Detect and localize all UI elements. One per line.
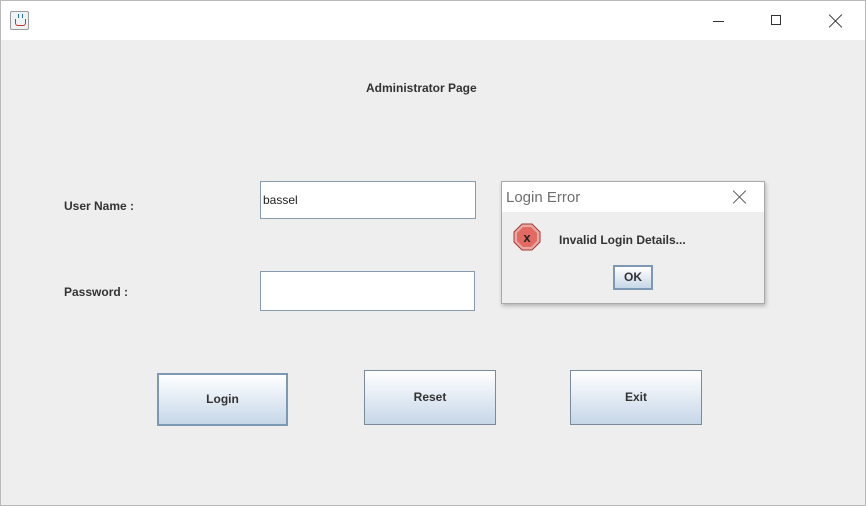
password-input[interactable] xyxy=(260,271,475,311)
username-input[interactable]: bassel xyxy=(260,181,476,219)
maximize-icon xyxy=(771,15,781,25)
minimize-button[interactable] xyxy=(699,7,739,35)
maximize-button[interactable] xyxy=(757,7,797,35)
dialog-close-icon[interactable] xyxy=(731,189,749,207)
dialog-message: Invalid Login Details... xyxy=(559,233,686,247)
minimize-icon xyxy=(713,21,724,22)
username-label: User Name : xyxy=(64,199,135,213)
dialog-title-bar[interactable]: Login Error xyxy=(502,182,764,212)
login-button[interactable]: Login xyxy=(157,373,288,426)
error-icon: x xyxy=(513,223,541,251)
close-icon xyxy=(829,14,843,28)
ok-button[interactable]: OK xyxy=(613,265,653,290)
dialog-title: Login Error xyxy=(506,189,581,206)
close-button[interactable] xyxy=(816,7,856,35)
reset-button[interactable]: Reset xyxy=(364,370,496,425)
exit-button[interactable]: Exit xyxy=(570,370,702,425)
page-title: Administrator Page xyxy=(366,81,477,95)
svg-text:x: x xyxy=(523,230,531,245)
password-label: Password : xyxy=(64,285,129,299)
login-error-dialog: Login Error x Invalid Login Details... O… xyxy=(501,181,765,304)
java-cup-icon[interactable] xyxy=(10,11,29,30)
title-bar[interactable] xyxy=(1,1,865,40)
